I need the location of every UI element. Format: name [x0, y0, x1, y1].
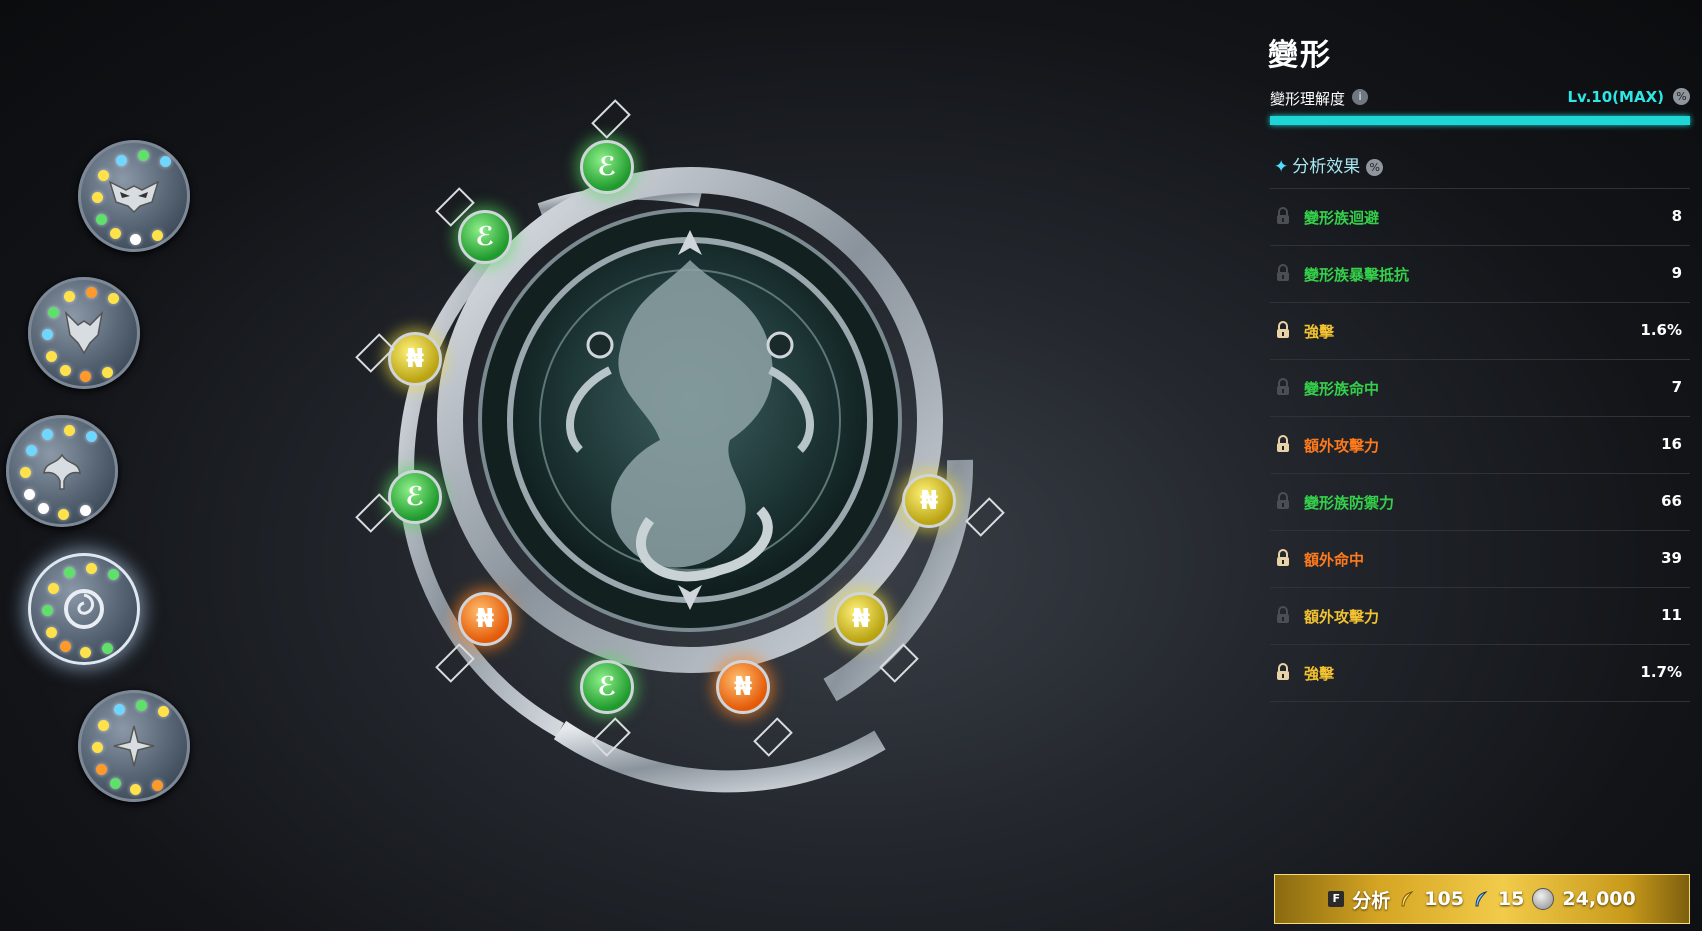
class-selector-tree[interactable]: [6, 415, 118, 527]
understanding-level-label: 變形理解度: [1270, 90, 1346, 108]
node-green-2[interactable]: ℰ: [458, 210, 512, 264]
node-green-4[interactable]: ℰ: [580, 660, 634, 714]
effect-value: 9: [1671, 264, 1682, 282]
effect-row: 強擊 1.6%: [1270, 303, 1690, 360]
class-selector-mask[interactable]: [78, 140, 190, 252]
node-yellow-3[interactable]: ₦: [902, 474, 956, 528]
lock-icon[interactable]: [1274, 663, 1292, 681]
analyze-button[interactable]: F 分析 105 15 24,000: [1274, 874, 1690, 924]
blue-feather-icon: [1475, 891, 1488, 907]
percent-toggle-icon[interactable]: %: [1366, 158, 1384, 176]
silver-coin-icon: [1532, 888, 1555, 910]
node-orange-1[interactable]: ₦: [458, 592, 512, 646]
effect-row: 強擊 1.7%: [1270, 645, 1690, 702]
analysis-effects-header: ✦ 分析效果%: [1274, 152, 1384, 177]
effect-value: 1.6%: [1640, 321, 1682, 339]
cost-blue-feather: 15: [1497, 888, 1525, 910]
effect-row: 額外攻擊力 11: [1270, 588, 1690, 645]
lock-icon[interactable]: [1274, 549, 1292, 567]
lock-icon[interactable]: [1274, 264, 1292, 282]
effect-value: 8: [1671, 207, 1682, 225]
hotkey-f-icon: F: [1328, 891, 1345, 907]
understanding-level-row: 變形理解度 i Lv.10(MAX) %: [1270, 86, 1690, 110]
effect-row: 額外命中 39: [1270, 531, 1690, 588]
cost-gold-feather: 105: [1424, 888, 1464, 910]
node-yellow-2[interactable]: ₦: [834, 592, 888, 646]
effect-value: 1.7%: [1640, 663, 1682, 681]
panel-title: 變形: [1268, 38, 1332, 73]
effects-list: 變形族迴避 8 變形族暴擊抵抗 9 強擊 1.6% 變形族命中 7 額外攻擊力 16 變形族防禦力 6…: [1270, 188, 1690, 702]
mask-emblem-icon: [106, 168, 162, 224]
analyze-label: 分析: [1352, 889, 1391, 912]
wolf-emblem-icon: [56, 305, 112, 361]
transformation-board: ℰ ℰ ₦ ℰ ₦ ℰ ₦ ₦ ₦: [355, 90, 1100, 830]
cost-silver: 24,000: [1562, 888, 1636, 910]
understanding-progress-bar: [1270, 116, 1690, 125]
class-selector-wolf[interactable]: [28, 277, 140, 389]
lock-icon[interactable]: [1274, 378, 1292, 396]
effect-row: 變形族迴避 8: [1270, 188, 1690, 246]
node-orange-2[interactable]: ₦: [716, 660, 770, 714]
info-icon[interactable]: i: [1352, 89, 1368, 105]
effect-row: 變形族暴擊抵抗 9: [1270, 246, 1690, 303]
percent-toggle-icon[interactable]: %: [1673, 88, 1690, 105]
gold-feather-icon: [1401, 891, 1414, 907]
node-green-3[interactable]: ℰ: [388, 470, 442, 524]
understanding-level-value: Lv.10(MAX): [1567, 88, 1665, 106]
effect-name: 強擊: [1304, 665, 1335, 683]
lock-icon[interactable]: [1274, 606, 1292, 624]
effect-name: 額外攻擊力: [1304, 437, 1380, 455]
effect-name: 額外攻擊力: [1304, 608, 1380, 626]
sparkle-icon: ✦: [1274, 157, 1289, 177]
lock-icon[interactable]: [1274, 492, 1292, 510]
effect-row: 變形族防禦力 66: [1270, 474, 1690, 531]
node-yellow-1[interactable]: ₦: [388, 332, 442, 386]
effect-value: 16: [1661, 435, 1682, 453]
effect-row: 變形族命中 7: [1270, 360, 1690, 417]
effect-name: 變形族命中: [1304, 380, 1380, 398]
effect-name: 額外命中: [1304, 551, 1365, 569]
tree-emblem-icon: [34, 443, 90, 499]
effect-name: 強擊: [1304, 323, 1335, 341]
class-selector-star[interactable]: [78, 690, 190, 802]
node-green-1[interactable]: ℰ: [580, 140, 634, 194]
lock-icon[interactable]: [1274, 321, 1292, 339]
lock-icon[interactable]: [1274, 207, 1292, 225]
star-emblem-icon: [106, 718, 162, 774]
class-selector-vortex[interactable]: [28, 553, 140, 665]
effect-name: 變形族迴避: [1304, 209, 1380, 227]
effect-value: 66: [1661, 492, 1682, 510]
effect-name: 變形族暴擊抵抗: [1304, 266, 1410, 284]
effect-row: 額外攻擊力 16: [1270, 417, 1690, 474]
effect-value: 11: [1661, 606, 1682, 624]
vortex-emblem-icon: [56, 581, 112, 637]
transformation-panel: 變形 變形理解度 i Lv.10(MAX) % ✦ 分析效果% 變形族迴避 8 變形族…: [1268, 0, 1694, 931]
analysis-effects-title: 分析效果: [1292, 157, 1361, 177]
effect-name: 變形族防禦力: [1304, 494, 1395, 512]
effect-value: 39: [1661, 549, 1682, 567]
effect-value: 7: [1671, 378, 1682, 396]
lock-icon[interactable]: [1274, 435, 1292, 453]
